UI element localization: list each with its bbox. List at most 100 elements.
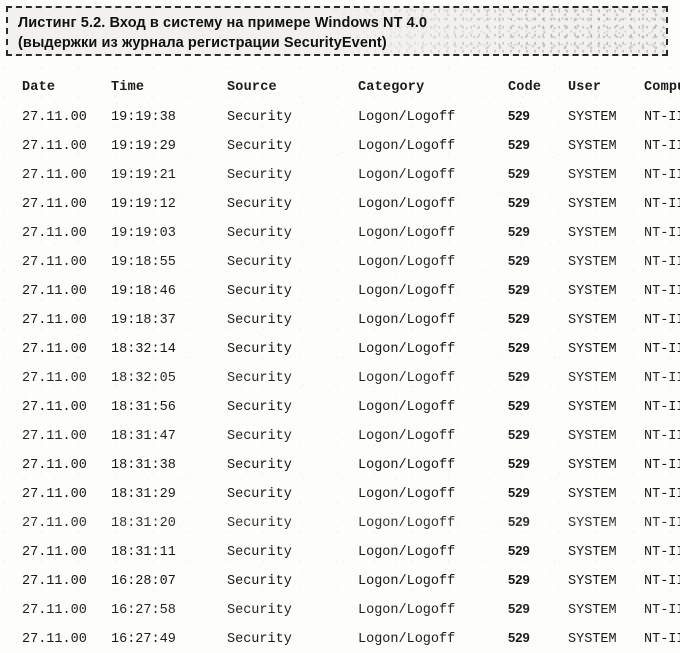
cell-source: Security	[227, 632, 292, 647]
event-code-value: 529	[508, 195, 530, 210]
cell-time: 18:31:38	[111, 458, 176, 473]
cell-code: 529	[498, 247, 565, 276]
cell-date: 27.11.00	[22, 226, 87, 241]
cell-computer: NT-IIS	[644, 168, 680, 183]
event-code-value: 529	[508, 340, 530, 355]
security-event-log-table: Date Time Source Category Code User Comp…	[0, 74, 680, 653]
cell-category: Logon/Logoff	[358, 197, 456, 212]
table-header-row: Date Time Source Category Code User Comp…	[0, 74, 680, 102]
cell-source: Security	[227, 545, 292, 560]
table-body: 27.11.00 19:19:38 Security Logon/Logoff 529 S…	[0, 102, 680, 653]
cell-category: Logon/Logoff	[358, 458, 456, 473]
cell-user: SYSTEM	[568, 400, 617, 415]
table-row: 27.11.00 19:19:29 Security Logon/Logoff 529 S…	[0, 131, 680, 160]
cell-category: Logon/Logoff	[358, 110, 456, 125]
cell-user: SYSTEM	[568, 574, 617, 589]
cell-computer: NT-IIS	[644, 574, 680, 589]
cell-time: 18:31:47	[111, 429, 176, 444]
cell-source: Security	[227, 197, 292, 212]
event-code-value: 529	[508, 369, 530, 384]
cell-time: 19:19:38	[111, 110, 176, 125]
cell-computer: NT-IIS	[644, 371, 680, 386]
cell-code: 529	[498, 537, 565, 566]
table-row: 27.11.00 19:19:21 Security Logon/Logoff 529 S…	[0, 160, 680, 189]
cell-date: 27.11.00	[22, 574, 87, 589]
column-header-code: Code	[508, 80, 542, 95]
column-header-date: Date	[22, 80, 56, 95]
cell-date: 27.11.00	[22, 284, 87, 299]
cell-date: 27.11.00	[22, 458, 87, 473]
cell-computer: NT-IIS	[644, 313, 680, 328]
table-row: 27.11.00 16:27:58 Security Logon/Logoff 529 S…	[0, 595, 680, 624]
cell-code: 529	[498, 334, 565, 363]
cell-source: Security	[227, 429, 292, 444]
cell-time: 18:31:20	[111, 516, 176, 531]
cell-code: 529	[498, 218, 565, 247]
cell-time: 19:18:37	[111, 313, 176, 328]
table-row: 27.11.00 18:31:11 Security Logon/Logoff 529 S…	[0, 537, 680, 566]
cell-category: Logon/Logoff	[358, 400, 456, 415]
cell-code: 529	[498, 479, 565, 508]
cell-time: 19:18:46	[111, 284, 176, 299]
table-row: 27.11.00 18:31:47 Security Logon/Logoff 529 S…	[0, 421, 680, 450]
cell-computer: NT-IIS	[644, 342, 680, 357]
cell-code: 529	[498, 131, 565, 160]
cell-date: 27.11.00	[22, 342, 87, 357]
cell-category: Logon/Logoff	[358, 632, 456, 647]
cell-category: Logon/Logoff	[358, 226, 456, 241]
cell-date: 27.11.00	[22, 168, 87, 183]
table-row: 27.11.00 18:32:14 Security Logon/Logoff 529 S…	[0, 334, 680, 363]
cell-date: 27.11.00	[22, 516, 87, 531]
cell-user: SYSTEM	[568, 429, 617, 444]
cell-computer: NT-IIS	[644, 255, 680, 270]
cell-category: Logon/Logoff	[358, 255, 456, 270]
table-row: 27.11.00 18:31:29 Security Logon/Logoff 529 S…	[0, 479, 680, 508]
cell-code: 529	[498, 276, 565, 305]
column-header-time: Time	[111, 80, 145, 95]
event-code-value: 529	[508, 601, 530, 616]
event-code-value: 529	[508, 543, 530, 558]
cell-source: Security	[227, 516, 292, 531]
cell-date: 27.11.00	[22, 545, 87, 560]
cell-source: Security	[227, 603, 292, 618]
cell-category: Logon/Logoff	[358, 284, 456, 299]
cell-code: 529	[498, 508, 565, 537]
cell-time: 16:28:07	[111, 574, 176, 589]
cell-user: SYSTEM	[568, 342, 617, 357]
cell-source: Security	[227, 255, 292, 270]
cell-user: SYSTEM	[568, 313, 617, 328]
cell-computer: NT-IIS	[644, 487, 680, 502]
cell-source: Security	[227, 284, 292, 299]
cell-user: SYSTEM	[568, 545, 617, 560]
cell-time: 19:19:29	[111, 139, 176, 154]
cell-time: 16:27:49	[111, 632, 176, 647]
cell-source: Security	[227, 487, 292, 502]
cell-user: SYSTEM	[568, 226, 617, 241]
event-code-value: 529	[508, 456, 530, 471]
cell-category: Logon/Logoff	[358, 168, 456, 183]
cell-computer: NT-IIS	[644, 226, 680, 241]
cell-computer: NT-IIS	[644, 429, 680, 444]
event-code-value: 529	[508, 514, 530, 529]
cell-time: 18:32:14	[111, 342, 176, 357]
cell-code: 529	[498, 363, 565, 392]
cell-code: 529	[498, 450, 565, 479]
table-row: 27.11.00 19:18:37 Security Logon/Logoff 529 S…	[0, 305, 680, 334]
cell-category: Logon/Logoff	[358, 371, 456, 386]
cell-code: 529	[498, 624, 565, 653]
cell-source: Security	[227, 313, 292, 328]
cell-source: Security	[227, 400, 292, 415]
cell-computer: NT-IIS	[644, 400, 680, 415]
cell-code: 529	[498, 102, 565, 131]
cell-user: SYSTEM	[568, 371, 617, 386]
cell-user: SYSTEM	[568, 139, 617, 154]
cell-code: 529	[498, 421, 565, 450]
cell-code: 529	[498, 595, 565, 624]
column-header-source: Source	[227, 80, 277, 95]
event-code-value: 529	[508, 166, 530, 181]
cell-category: Logon/Logoff	[358, 313, 456, 328]
cell-category: Logon/Logoff	[358, 545, 456, 560]
cell-time: 19:19:12	[111, 197, 176, 212]
cell-category: Logon/Logoff	[358, 342, 456, 357]
cell-computer: NT-IIS	[644, 110, 680, 125]
